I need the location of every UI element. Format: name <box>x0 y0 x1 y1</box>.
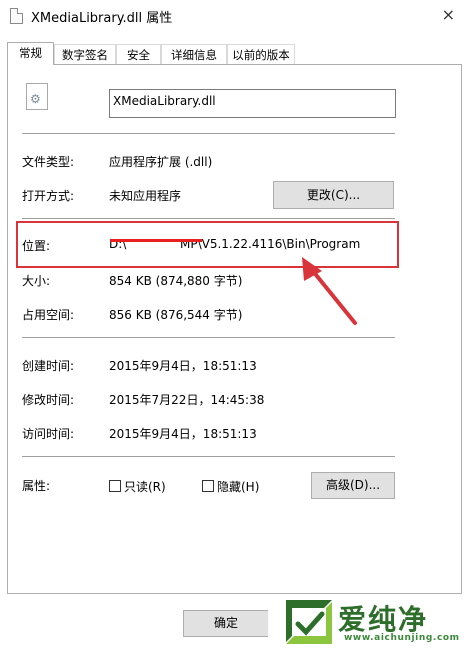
size-on-disk-value: 856 KB (876,544 字节) <box>109 308 243 322</box>
gear-icon: ⚙ <box>30 92 41 106</box>
modified-label: 修改时间: <box>22 393 75 407</box>
tab-general[interactable]: 常规 <box>7 42 54 65</box>
divider <box>22 337 395 338</box>
opens-with-value: 未知应用程序 <box>109 189 182 203</box>
close-icon[interactable]: × <box>442 5 455 24</box>
file-type-label: 文件类型: <box>22 155 75 169</box>
change-button[interactable]: 更改(C)... <box>273 181 394 209</box>
tab-details[interactable]: 详细信息 <box>161 44 227 64</box>
created-value: 2015年9月4日，18:51:13 <box>109 359 257 373</box>
watermark-brand: 爱纯净 <box>338 603 429 636</box>
hidden-label: 隐藏(H) <box>217 480 260 494</box>
tab-security[interactable]: 安全 <box>116 44 161 64</box>
watermark-url: www.aichunjing.com <box>344 633 460 643</box>
accessed-label: 访问时间: <box>22 427 75 441</box>
title-bar: XMediaLibrary.dll 属性 × <box>0 0 469 32</box>
dll-file-icon: ⚙ <box>26 83 48 110</box>
modified-value: 2015年7月22日，14:45:38 <box>109 393 265 407</box>
hidden-checkbox[interactable] <box>202 480 214 492</box>
size-label: 大小: <box>22 274 51 288</box>
advanced-button[interactable]: 高级(D)... <box>311 472 395 499</box>
size-value: 854 KB (874,880 字节) <box>109 274 243 288</box>
divider <box>22 218 395 219</box>
annotation-arrow <box>302 257 357 325</box>
accessed-value: 2015年9月4日，18:51:13 <box>109 427 257 441</box>
window-title: XMediaLibrary.dll 属性 <box>31 11 173 26</box>
general-panel <box>7 64 462 594</box>
opens-with-label: 打开方式: <box>22 189 75 203</box>
divider <box>22 133 395 134</box>
readonly-checkbox[interactable] <box>109 480 121 492</box>
divider <box>22 456 395 457</box>
ok-button[interactable]: 确定 <box>183 610 269 637</box>
tab-previous-versions[interactable]: 以前的版本 <box>227 44 295 64</box>
created-label: 创建时间: <box>22 359 75 373</box>
file-icon <box>10 8 23 24</box>
readonly-label: 只读(R) <box>124 480 166 494</box>
file-name-field[interactable]: XMediaLibrary.dll <box>109 89 396 118</box>
attributes-label: 属性: <box>22 479 51 493</box>
file-type-value: 应用程序扩展 (.dll) <box>109 155 213 169</box>
size-on-disk-label: 占用空间: <box>22 308 75 322</box>
tab-digital-signatures[interactable]: 数字签名 <box>54 44 116 64</box>
